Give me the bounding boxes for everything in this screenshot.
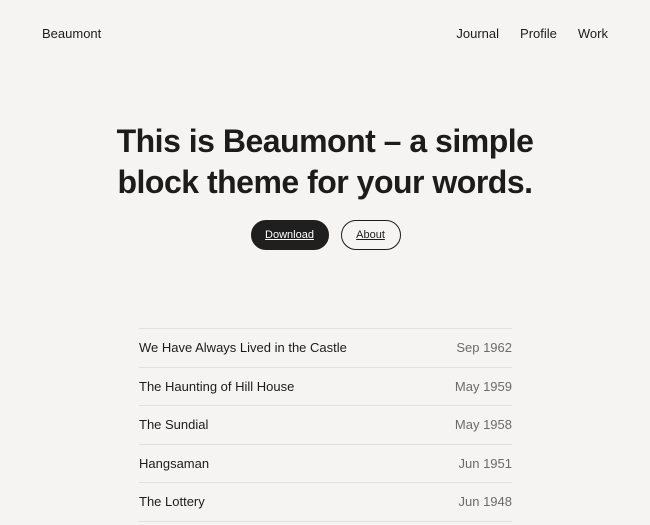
post-title-link[interactable]: The Sundial bbox=[139, 417, 208, 432]
about-button[interactable]: About bbox=[340, 220, 401, 250]
post-list-item: Hangsaman Jun 1951 bbox=[139, 445, 513, 483]
post-title-link[interactable]: The Lottery bbox=[139, 494, 205, 509]
post-date: May 1958 bbox=[454, 417, 512, 433]
nav-item-journal[interactable]: Journal bbox=[456, 26, 499, 41]
download-button[interactable]: Download bbox=[250, 220, 329, 250]
post-date: Jun 1948 bbox=[458, 494, 513, 510]
post-list-item: The Sundial May 1958 bbox=[139, 406, 512, 445]
post-list-item: We Have Always Lived in the Castle Sep 1… bbox=[139, 329, 512, 368]
post-list-item: The Haunting of Hill House May 1959 bbox=[139, 368, 512, 406]
hero-heading-line-1: This is Beaumont – a simple bbox=[116, 123, 534, 159]
site-title-link[interactable]: Beaumont bbox=[42, 26, 101, 41]
post-date: May 1959 bbox=[454, 378, 512, 394]
nav-item-profile[interactable]: Profile bbox=[520, 26, 557, 41]
hero-heading-line-2: block theme for your words. bbox=[117, 164, 533, 200]
post-title-link[interactable]: We Have Always Lived in the Castle bbox=[139, 340, 347, 355]
post-list-item: The Lottery Jun 1948 bbox=[139, 483, 512, 522]
post-list: We Have Always Lived in the Castle Sep 1… bbox=[139, 328, 512, 522]
post-title-link[interactable]: Hangsaman bbox=[139, 456, 209, 471]
nav-item-work[interactable]: Work bbox=[578, 26, 608, 41]
post-date: Sep 1962 bbox=[456, 340, 512, 356]
post-title-link[interactable]: The Haunting of Hill House bbox=[139, 379, 294, 394]
hero-buttons: Download About bbox=[0, 220, 650, 250]
main-nav: Journal Profile Work bbox=[435, 26, 608, 41]
post-date: Jun 1951 bbox=[458, 455, 513, 471]
hero-heading: This is Beaumont – a simple block theme … bbox=[0, 121, 650, 203]
hero-section: This is Beaumont – a simple block theme … bbox=[0, 121, 650, 203]
